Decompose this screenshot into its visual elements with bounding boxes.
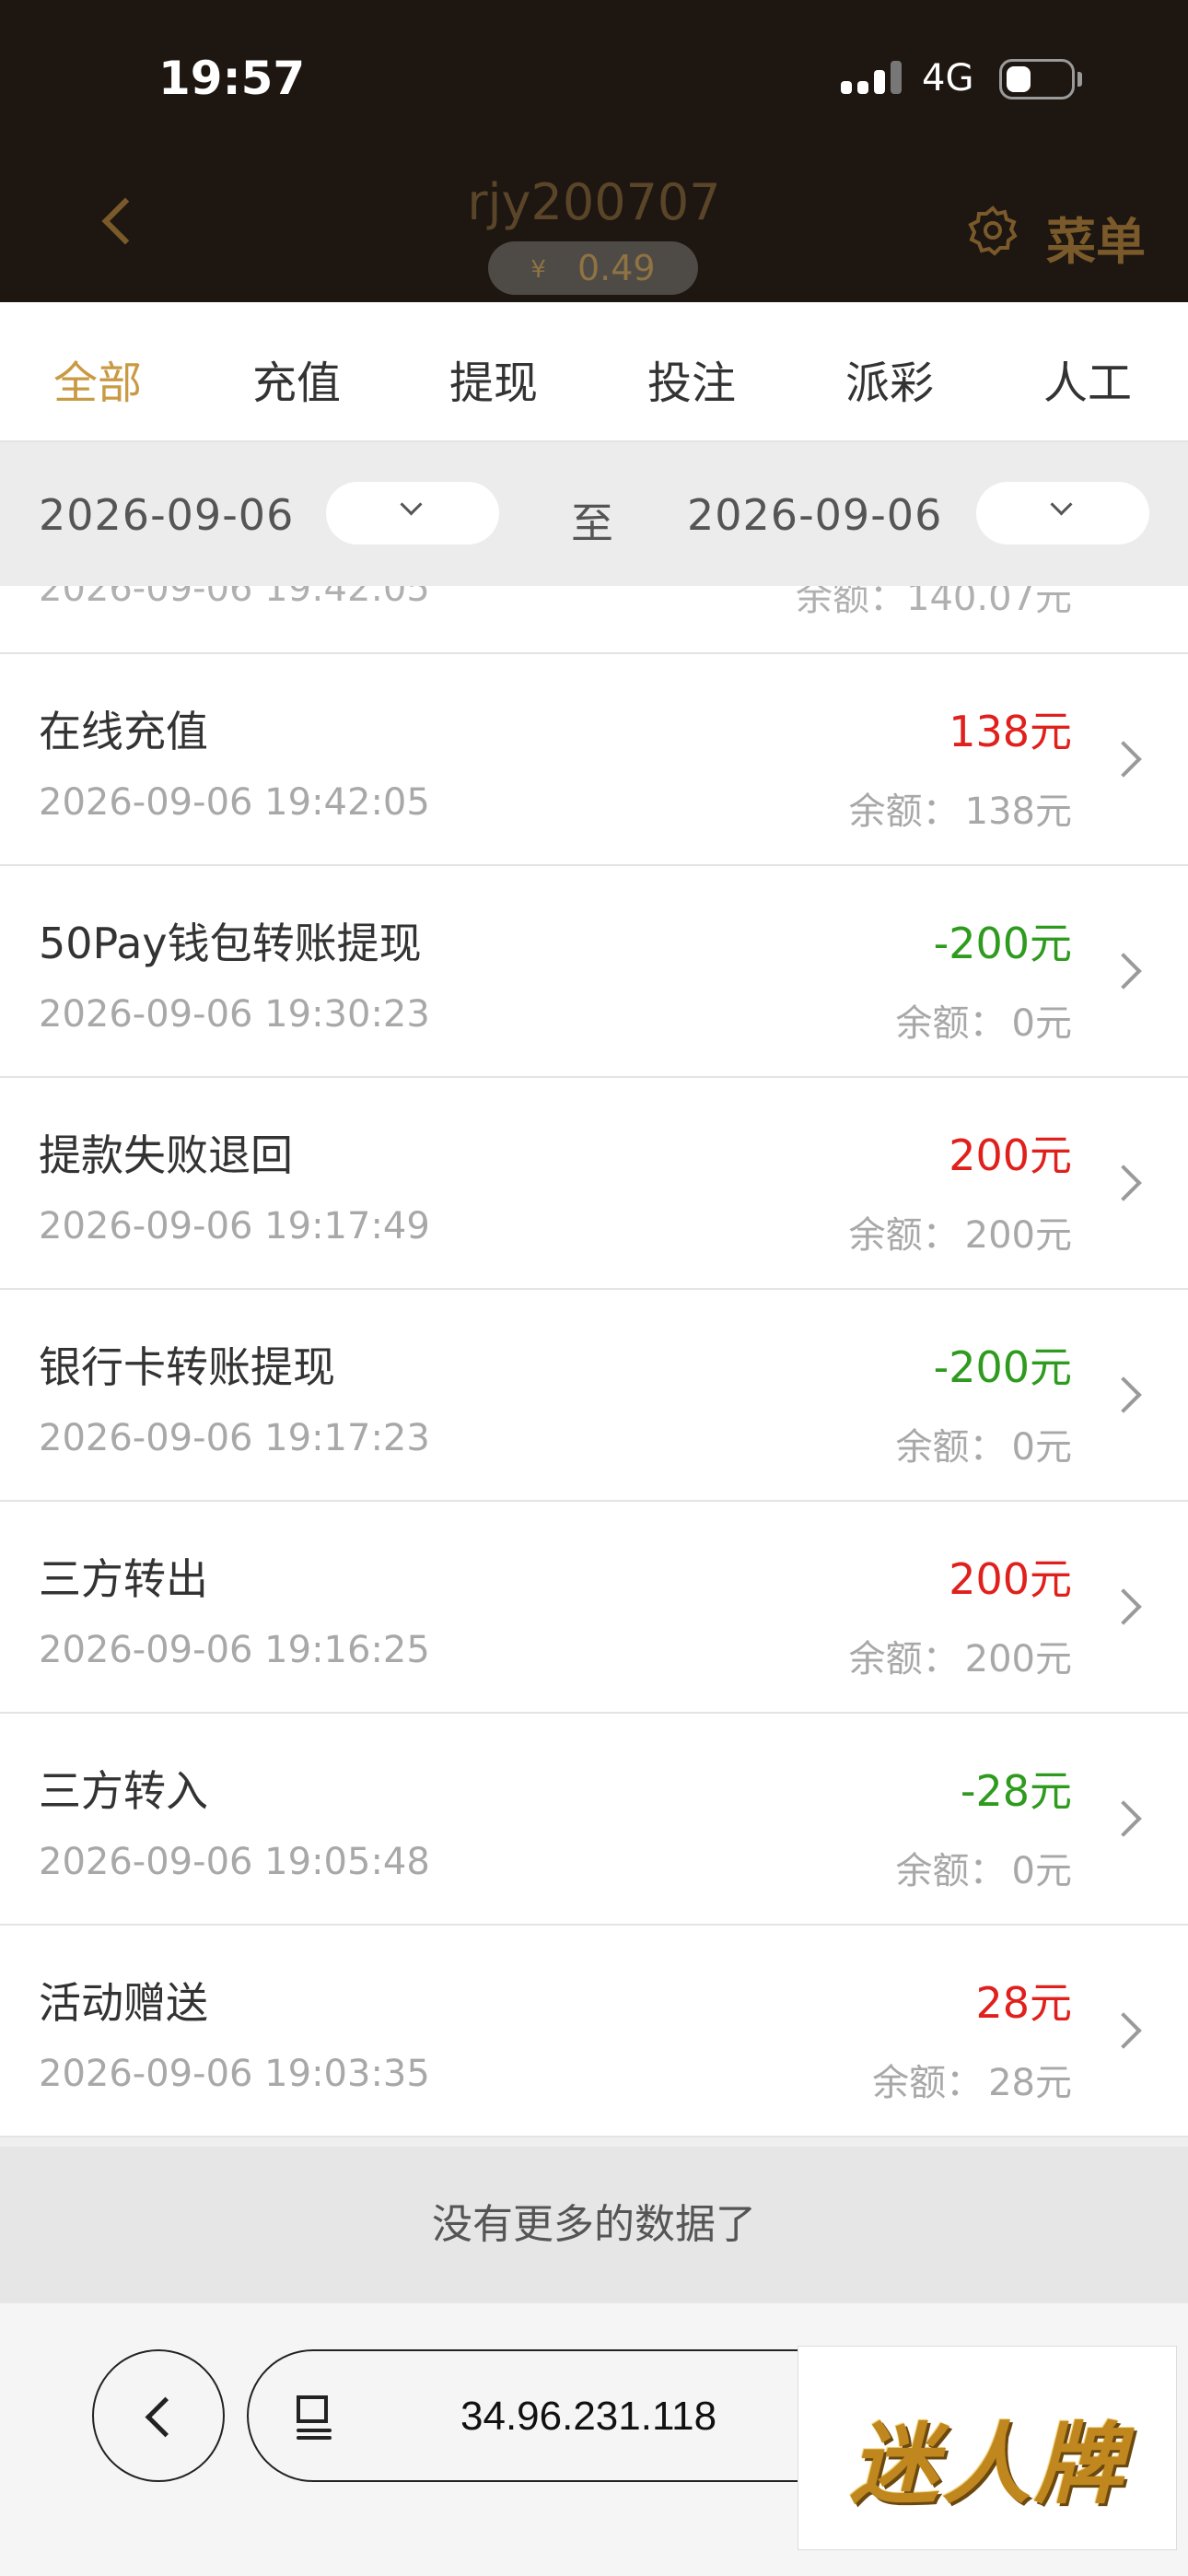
- item-time: 2026-09-06 19:42:05: [39, 781, 430, 824]
- item-time: 2026-09-06 19:05:48: [39, 1841, 430, 1883]
- filter-tabs: 全部 充值 提现 投注 派彩 人工: [0, 302, 1188, 442]
- item-amount: -200元: [933, 919, 1072, 968]
- list-item[interactable]: 50Pay钱包转账提现 2026-09-06 19:30:23 -200元 余额…: [0, 866, 1188, 1078]
- tab-payout[interactable]: 派彩: [845, 346, 934, 411]
- item-amount: 28元: [975, 1978, 1072, 2028]
- watermark-logo: 迷人牌: [798, 2346, 1177, 2550]
- transaction-list: 在线充值 2026-09-06 19:42:05 138元 余额： 138元 50…: [0, 654, 1188, 2137]
- chevron-down-icon: [400, 493, 423, 516]
- item-balance: 余额： 0元: [895, 1850, 1072, 1892]
- item-title: 三方转入: [39, 1766, 208, 1816]
- list-item[interactable]: 活动赠送 2026-09-06 19:03:35 28元 余额： 28元: [0, 1926, 1188, 2137]
- item-balance: 余额： 0元: [895, 1426, 1072, 1469]
- tab-all[interactable]: 全部: [53, 346, 142, 411]
- app-header: 19:57 4G rjy200707 ¥0.49 菜单: [0, 0, 1188, 302]
- signal-icon: [841, 61, 907, 101]
- chevron-right-icon: [1105, 2012, 1142, 2049]
- item-balance: 余额：140.07元: [796, 586, 1072, 619]
- item-time: 2026-09-06 19:17:23: [39, 1417, 430, 1459]
- end-date: 2026-09-06: [687, 490, 943, 540]
- item-amount: 138元: [949, 707, 1072, 756]
- list-item[interactable]: 银行卡转账提现 2026-09-06 19:17:23 -200元 余额： 0元: [0, 1290, 1188, 1502]
- currency-symbol: ¥: [530, 256, 546, 284]
- chevron-right-icon: [1105, 1588, 1142, 1625]
- status-time: 19:57: [158, 52, 306, 105]
- menu-button[interactable]: 菜单: [1046, 201, 1146, 274]
- list-item-partial[interactable]: 2026-09-06 19:42:05 余额：140.07元: [0, 586, 1188, 654]
- tab-withdraw[interactable]: 提现: [449, 346, 538, 411]
- item-time: 2026-09-06 19:17:49: [39, 1205, 430, 1247]
- list-item[interactable]: 在线充值 2026-09-06 19:42:05 138元 余额： 138元: [0, 654, 1188, 866]
- item-title: 银行卡转账提现: [39, 1342, 335, 1392]
- item-amount: 200元: [949, 1554, 1072, 1604]
- battery-icon: [999, 59, 1075, 100]
- end-of-list-message: 没有更多的数据了: [0, 2147, 1188, 2303]
- end-date-dropdown[interactable]: [976, 482, 1149, 544]
- chevron-down-icon: [1050, 493, 1073, 516]
- tab-manual[interactable]: 人工: [1043, 346, 1132, 411]
- chevron-left-icon: [145, 2396, 186, 2438]
- start-date: 2026-09-06: [39, 490, 295, 540]
- item-amount: 200元: [949, 1130, 1072, 1180]
- list-item[interactable]: 三方转入 2026-09-06 19:05:48 -28元 余额： 0元: [0, 1714, 1188, 1926]
- item-time: 2026-09-06 19:30:23: [39, 993, 430, 1036]
- gear-icon[interactable]: [967, 205, 1019, 256]
- item-time: 2026-09-06 19:16:25: [39, 1629, 430, 1671]
- browser-back-button[interactable]: [92, 2349, 225, 2482]
- balance-badge: ¥0.49: [488, 241, 698, 295]
- item-balance: 余额： 138元: [848, 790, 1072, 833]
- battery-tip: [1077, 72, 1082, 87]
- network-type: 4G: [922, 57, 974, 100]
- chevron-right-icon: [1105, 953, 1142, 989]
- watermark-text: 迷人牌: [850, 2413, 1126, 2516]
- chevron-right-icon: [1105, 1800, 1142, 1837]
- item-time: 2026-09-06 19:42:05: [39, 586, 430, 610]
- tab-recharge[interactable]: 充值: [252, 346, 341, 411]
- item-title: 50Pay钱包转账提现: [39, 919, 422, 968]
- item-title: 活动赠送: [39, 1978, 208, 2028]
- chevron-right-icon: [1105, 1165, 1142, 1201]
- chevron-right-icon: [1105, 1376, 1142, 1413]
- item-balance: 余额： 200元: [848, 1214, 1072, 1257]
- item-title: 提款失败退回: [39, 1130, 293, 1180]
- item-amount: -200元: [933, 1342, 1072, 1392]
- start-date-dropdown[interactable]: [326, 482, 499, 544]
- item-title: 在线充值: [39, 707, 208, 756]
- item-balance: 余额： 200元: [848, 1638, 1072, 1680]
- date-filter: 2026-09-06 至 2026-09-06: [0, 442, 1188, 586]
- item-balance: 余额： 0元: [895, 1002, 1072, 1045]
- item-title: 三方转出: [39, 1554, 208, 1604]
- tab-bet[interactable]: 投注: [647, 346, 736, 411]
- item-amount: -28元: [960, 1766, 1072, 1816]
- list-item[interactable]: 提款失败退回 2026-09-06 19:17:49 200元 余额： 200元: [0, 1078, 1188, 1290]
- url-text: 34.96.231.118: [460, 2394, 717, 2439]
- date-separator: 至: [571, 498, 613, 548]
- chevron-right-icon: [1105, 741, 1142, 778]
- balance-value: 0.49: [577, 248, 656, 288]
- tabs-icon[interactable]: [293, 2394, 335, 2441]
- item-balance: 余额： 28元: [872, 2062, 1072, 2104]
- list-item[interactable]: 三方转出 2026-09-06 19:16:25 200元 余额： 200元: [0, 1502, 1188, 1714]
- item-time: 2026-09-06 19:03:35: [39, 2053, 430, 2095]
